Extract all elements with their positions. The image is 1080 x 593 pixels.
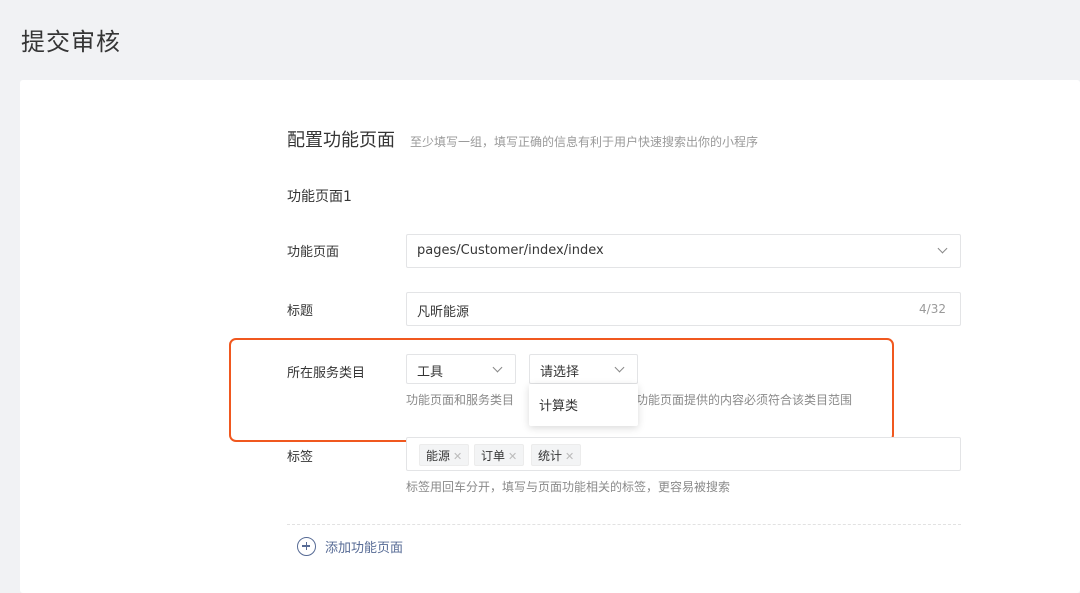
- close-icon[interactable]: ✕: [565, 450, 574, 463]
- tag-label: 能源: [426, 449, 451, 463]
- tags-label: 标签: [287, 450, 314, 465]
- tag-label: 订单: [481, 449, 506, 463]
- tags-tip: 标签用回车分开，填写与页面功能相关的标签，更容易被搜索: [406, 480, 731, 494]
- chevron-down-icon: [937, 243, 948, 254]
- close-icon[interactable]: ✕: [453, 450, 462, 463]
- section-description: 至少填写一组，填写正确的信息有利于用户快速搜索出你的小程序: [410, 135, 759, 149]
- plus-circle-icon: [297, 536, 316, 556]
- page-title: 提交审核: [21, 28, 121, 56]
- divider: [287, 524, 961, 525]
- title-label: 标题: [287, 304, 314, 319]
- section-title: 配置功能页面: [287, 130, 395, 151]
- page-select-value: pages/Customer/index/index: [417, 243, 604, 258]
- add-page-label: 添加功能页面: [325, 540, 404, 556]
- tag-chip: 统计 ✕: [531, 444, 582, 466]
- tags-input[interactable]: 能源 ✕ 订单 ✕ 统计 ✕: [406, 437, 961, 471]
- page-select[interactable]: pages/Customer/index/index: [406, 234, 961, 268]
- title-input[interactable]: 凡昕能源 4/32: [406, 292, 961, 326]
- page-label: 功能页面: [287, 245, 340, 260]
- tag-label: 统计: [538, 449, 563, 463]
- highlight-box: [229, 338, 894, 442]
- group-title: 功能页面1: [287, 189, 352, 205]
- title-input-value: 凡昕能源: [417, 305, 470, 320]
- title-char-counter: 4/32: [919, 302, 946, 316]
- form-card: [20, 80, 1080, 593]
- add-page-button[interactable]: 添加功能页面: [297, 536, 403, 556]
- tag-chip: 订单 ✕: [474, 444, 525, 466]
- tag-chip: 能源 ✕: [419, 444, 470, 466]
- close-icon[interactable]: ✕: [508, 450, 517, 463]
